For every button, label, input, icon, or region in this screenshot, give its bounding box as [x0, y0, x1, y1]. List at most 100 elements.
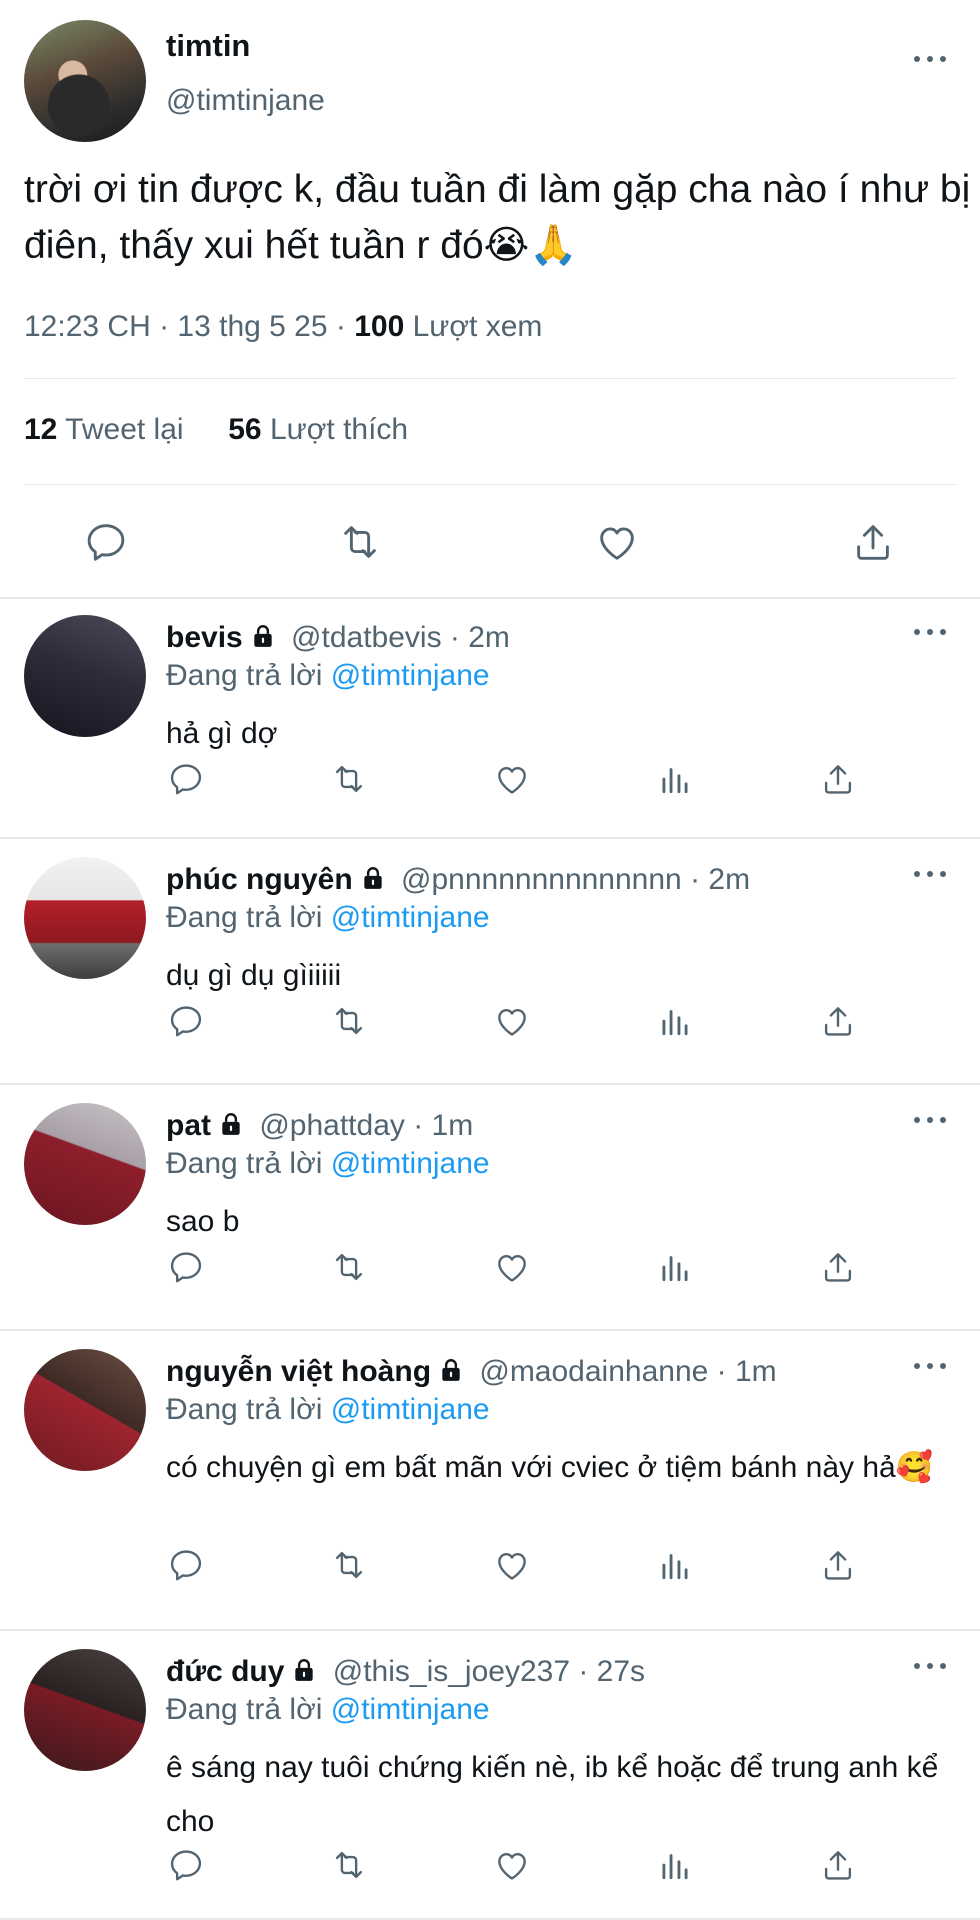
reply-tweet[interactable]: pat @phattday · 1m Đang trả lời @timtinj…	[0, 1087, 980, 1331]
avatar[interactable]	[24, 1103, 146, 1225]
reply-mention-link[interactable]: @timtinjane	[331, 1393, 490, 1426]
reply-tweet[interactable]: nguyễn việt hoàng @maodainhanne · 1m Đan…	[0, 1333, 980, 1631]
reply-tweet[interactable]: đức duy @this_is_joey237 · 27s Đang trả …	[0, 1633, 980, 1920]
share-icon	[824, 765, 852, 794]
main-tweet: timtin @timtinjane trời ơi tin được k, đ…	[0, 0, 980, 597]
analytics-button[interactable]	[655, 1845, 695, 1885]
retweet-button[interactable]	[329, 1845, 369, 1885]
reply-mention-link[interactable]: @timtinjane	[331, 1693, 490, 1726]
replying-to: Đang trả lời @timtinjane	[166, 1693, 490, 1727]
reply-button[interactable]	[166, 759, 206, 799]
divider	[0, 1329, 980, 1331]
author-name[interactable]: timtin	[166, 28, 250, 64]
avatar[interactable]	[24, 20, 146, 142]
retweet-button[interactable]	[329, 759, 369, 799]
replying-prefix: Đang trả lời	[166, 1393, 331, 1426]
heart-icon	[498, 767, 526, 794]
reply-author-handle[interactable]: @phattday · 1m	[251, 1109, 473, 1142]
replying-prefix: Đang trả lời	[166, 1693, 331, 1726]
tweet-meta: 12:23 CH · 13 thg 5 25 · 100 Lượt xem	[24, 310, 542, 344]
reply-header: phúc nguyên @pnnnnnnnnnnnnnn · 2m	[166, 863, 750, 897]
reply-text: hả gì dợ	[166, 717, 278, 750]
reply-mention-link[interactable]: @timtinjane	[331, 659, 490, 692]
like-button[interactable]	[492, 1545, 532, 1585]
reply-tweet[interactable]: phúc nguyên @pnnnnnnnnnnnnnn · 2m Đang t…	[0, 841, 980, 1085]
share-button[interactable]	[818, 1845, 858, 1885]
retweet-button[interactable]	[336, 518, 384, 566]
analytics-button[interactable]	[655, 1001, 695, 1041]
lock-icon	[442, 1359, 460, 1381]
share-button[interactable]	[849, 518, 897, 566]
retweet-icon	[344, 526, 376, 558]
share-button[interactable]	[818, 1545, 858, 1585]
avatar[interactable]	[24, 1649, 146, 1771]
replying-prefix: Đang trả lời	[166, 1147, 331, 1180]
reply-icon	[170, 1850, 202, 1881]
divider	[24, 378, 956, 379]
reply-author-handle[interactable]: @this_is_joey237 · 27s	[324, 1655, 645, 1688]
more-icon[interactable]	[914, 54, 946, 64]
share-icon	[824, 1007, 852, 1036]
avatar[interactable]	[24, 1349, 146, 1471]
analytics-icon	[662, 1256, 688, 1282]
more-icon[interactable]	[914, 1115, 946, 1125]
reply-author-name[interactable]: phúc nguyên	[166, 863, 353, 896]
reply-header: pat @phattday · 1m	[166, 1109, 473, 1143]
heart-icon	[498, 1853, 526, 1880]
reply-button[interactable]	[166, 1001, 206, 1041]
reply-text: dụ gì dụ gìiiiii	[166, 959, 342, 992]
replying-to: Đang trả lời @timtinjane	[166, 1393, 490, 1427]
retweet-icon	[335, 1551, 363, 1579]
retweet-button[interactable]	[329, 1545, 369, 1585]
divider	[0, 837, 980, 839]
reply-author-handle[interactable]: @pnnnnnnnnnnnnnn · 2m	[393, 863, 750, 896]
reply-tweet[interactable]: bevis @tdatbevis · 2m Đang trả lời @timt…	[0, 599, 980, 839]
share-button[interactable]	[818, 1001, 858, 1041]
heart-icon	[600, 527, 634, 560]
analytics-button[interactable]	[655, 759, 695, 799]
like-button[interactable]	[492, 759, 532, 799]
reply-button[interactable]	[166, 1545, 206, 1585]
reply-author-handle[interactable]: @tdatbevis · 2m	[283, 621, 510, 654]
tweet-timestamp[interactable]: 12:23 CH · 13 thg 5 25 ·	[24, 310, 354, 343]
retweet-button[interactable]	[329, 1001, 369, 1041]
like-button[interactable]	[492, 1247, 532, 1287]
replying-to: Đang trả lời @timtinjane	[166, 1147, 490, 1181]
retweet-icon	[335, 1253, 363, 1281]
reply-icon	[170, 1550, 202, 1581]
reply-author-name[interactable]: pat	[166, 1109, 211, 1142]
reply-author-name[interactable]: đức duy	[166, 1655, 284, 1688]
like-button[interactable]	[492, 1845, 532, 1885]
views-count: 100	[354, 310, 405, 343]
reply-mention-link[interactable]: @timtinjane	[331, 901, 490, 934]
retweets-stat[interactable]: 12 Tweet lại	[24, 413, 184, 446]
analytics-icon	[662, 768, 688, 794]
reply-button[interactable]	[166, 1247, 206, 1287]
avatar[interactable]	[24, 857, 146, 979]
avatar[interactable]	[24, 615, 146, 737]
reply-author-name[interactable]: bevis	[166, 621, 243, 654]
more-icon[interactable]	[914, 1361, 946, 1371]
more-icon[interactable]	[914, 1661, 946, 1671]
reply-mention-link[interactable]: @timtinjane	[331, 1147, 490, 1180]
reply-header: nguyễn việt hoàng @maodainhanne · 1m	[166, 1355, 777, 1389]
author-handle[interactable]: @timtinjane	[166, 84, 325, 118]
like-button[interactable]	[492, 1001, 532, 1041]
more-icon[interactable]	[914, 627, 946, 637]
reply-author-name[interactable]: nguyễn việt hoàng	[166, 1355, 431, 1388]
retweet-button[interactable]	[329, 1247, 369, 1287]
likes-stat[interactable]: 56 Lượt thích	[228, 413, 408, 446]
analytics-button[interactable]	[655, 1545, 695, 1585]
reply-text: có chuyện gì em bất mãn với cviec ở tiệm…	[166, 1451, 934, 1484]
analytics-button[interactable]	[655, 1247, 695, 1287]
share-button[interactable]	[818, 759, 858, 799]
share-button[interactable]	[818, 1247, 858, 1287]
analytics-icon	[662, 1010, 688, 1036]
reply-header: bevis @tdatbevis · 2m	[166, 621, 510, 655]
likes-count: 56	[228, 413, 262, 446]
reply-button[interactable]	[82, 518, 130, 566]
like-button[interactable]	[593, 518, 641, 566]
more-icon[interactable]	[914, 869, 946, 879]
reply-author-handle[interactable]: @maodainhanne · 1m	[471, 1355, 776, 1388]
reply-button[interactable]	[166, 1845, 206, 1885]
